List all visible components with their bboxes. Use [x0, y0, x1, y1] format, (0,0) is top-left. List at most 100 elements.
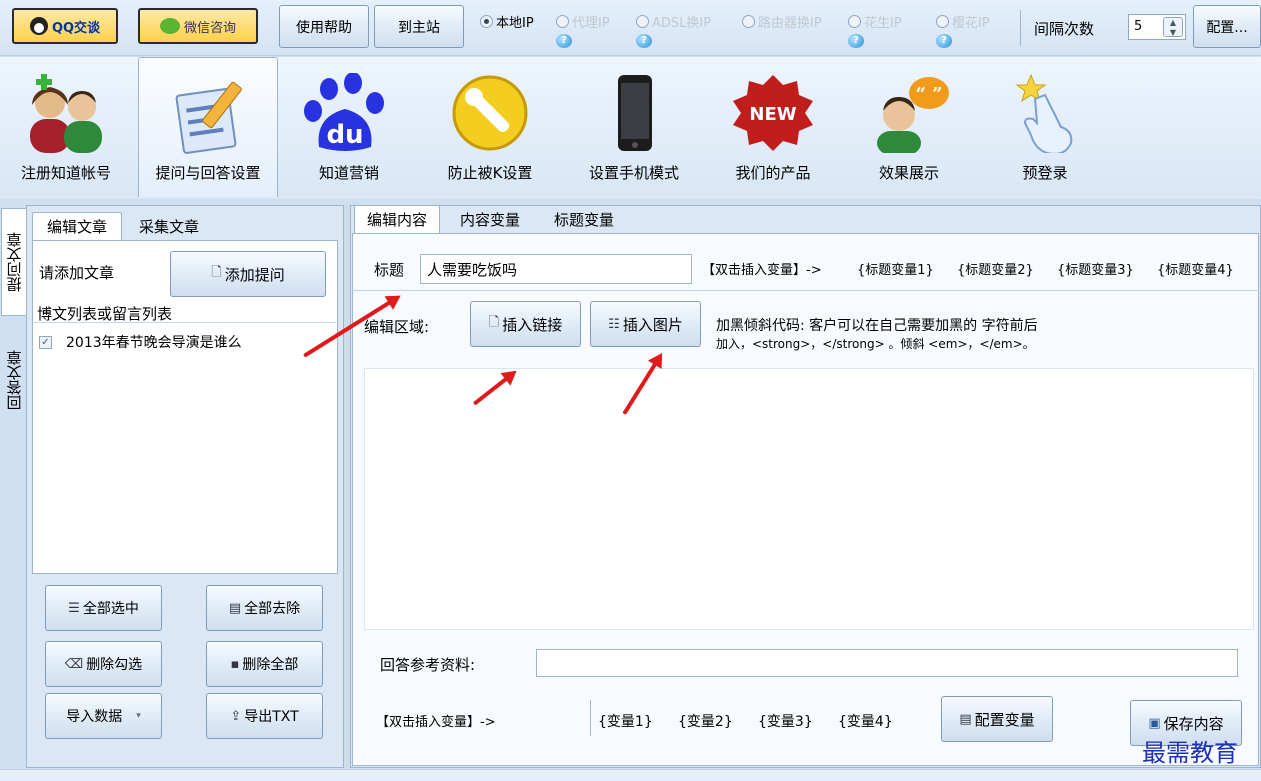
radio-dot: [848, 15, 861, 28]
config-doc-icon: ▤: [959, 711, 972, 727]
export-txt-button[interactable]: ⇪ 导出TXT: [206, 693, 323, 739]
wechat-icon: [159, 18, 180, 34]
tool-pre-login[interactable]: 预登录: [980, 57, 1110, 197]
remove-list-icon: ▤: [228, 600, 242, 616]
save-disk-icon: ▣: [1148, 715, 1161, 731]
wechat-consult-button[interactable]: 微信咨询: [138, 8, 258, 44]
speech-user-icon: “ ”: [877, 77, 949, 153]
ip-mode-peanut[interactable]: 花生IP: [848, 12, 902, 31]
phone-icon: [618, 75, 652, 151]
reference-label: 回答参考资料:: [380, 656, 476, 674]
checkbox-checked-icon[interactable]: ✓: [39, 335, 52, 349]
config-button[interactable]: 配置...: [1193, 5, 1261, 48]
add-article-label: 请添加文章: [39, 264, 115, 282]
title-input[interactable]: [420, 254, 692, 284]
image-list-icon: ☷: [608, 316, 620, 332]
config-variables-button[interactable]: ▤ 配置变量: [941, 696, 1053, 742]
pointing-hand-icon: [1015, 73, 1073, 153]
tab-title-variables[interactable]: 标题变量: [540, 205, 628, 233]
svg-text:“ ”: “ ”: [916, 84, 943, 105]
select-all-icon: ☰: [68, 600, 80, 616]
document-icon: 🗋: [211, 265, 222, 280]
tab-collect-articles[interactable]: 采集文章: [124, 212, 214, 240]
remove-all-button[interactable]: ▤ 全部去除: [206, 585, 323, 631]
delete-checked-button[interactable]: ⌫ 删除勾选: [45, 641, 162, 687]
export-icon: ⇪: [230, 708, 242, 724]
divider: [1020, 10, 1021, 46]
bold-italic-hint-line2: 加入，<strong>，</strong> 。倾斜 <em>，</em>。: [716, 337, 1035, 351]
tab-edit-content[interactable]: 编辑内容: [354, 205, 440, 233]
tool-zhidao-marketing[interactable]: du 知道营销: [284, 57, 414, 197]
tool-mobile-mode[interactable]: 设置手机模式: [566, 57, 702, 197]
qq-chat-button[interactable]: QQ交谈: [12, 8, 118, 44]
chevron-down-icon: ▾: [136, 711, 141, 721]
radio-dot: [556, 15, 569, 28]
interval-spinner[interactable]: 5 ▲ ▼: [1128, 14, 1186, 40]
svg-text:du: du: [326, 120, 363, 150]
content-var-2[interactable]: {变量2}: [678, 711, 733, 731]
ip-mode-adsl[interactable]: ADSL换IP: [636, 12, 711, 31]
help-button[interactable]: 使用帮助: [279, 5, 369, 48]
home-site-button[interactable]: 到主站: [374, 5, 464, 48]
delete-icon: ▪: [230, 656, 240, 672]
content-var-1[interactable]: {变量1}: [598, 711, 653, 731]
var-insert-hint: 【双击插入变量】->: [376, 715, 496, 730]
title-var-3[interactable]: {标题变量3}: [1057, 259, 1134, 278]
svg-text:NEW: NEW: [749, 104, 796, 125]
list-item[interactable]: ✓ 2013年春节晚会导演是谁么: [39, 332, 242, 352]
interval-label: 间隔次数: [1034, 20, 1095, 38]
article-list: ✓ 2013年春节晚会导演是谁么: [34, 322, 336, 572]
ip-mode-proxy[interactable]: 代理IP: [556, 12, 610, 31]
side-tab-answer-articles[interactable]: 回答文章: [1, 320, 27, 440]
document-icon: 🗋: [488, 315, 500, 330]
title-var-4[interactable]: {标题变量4}: [1157, 259, 1234, 278]
tab-edit-articles[interactable]: 编辑文章: [32, 212, 122, 240]
baidu-paw-icon: du: [304, 73, 384, 151]
new-badge-icon: NEW: [733, 75, 813, 151]
select-all-button[interactable]: ☰ 全部选中: [45, 585, 162, 631]
radio-dot: [936, 15, 949, 28]
users-icon: [30, 74, 102, 153]
reference-input[interactable]: [536, 649, 1238, 677]
title-var-1[interactable]: {标题变量1}: [857, 259, 934, 278]
ip-mode-router[interactable]: 路由器换IP: [742, 12, 822, 31]
divider: [352, 290, 1259, 291]
insert-link-button[interactable]: 🗋 插入链接: [470, 301, 581, 347]
help-bubble-icon[interactable]: ?: [848, 34, 864, 48]
watermark-text: 最需教育: [1142, 739, 1238, 767]
help-bubble-icon[interactable]: ?: [636, 34, 652, 48]
radio-dot: [742, 15, 755, 28]
help-bubble-icon[interactable]: ?: [936, 34, 952, 48]
bold-italic-hint-line1: 加黑倾斜代码: 客户可以在自己需要加黑的 字符前后: [716, 318, 1038, 334]
interval-value: 5: [1134, 19, 1143, 34]
tool-question-answer-settings[interactable]: 提问与回答设置: [138, 57, 278, 197]
ip-mode-sakura[interactable]: 樱花IP: [936, 12, 990, 31]
edit-area-label: 编辑区域:: [364, 318, 430, 336]
tool-anti-ban-settings[interactable]: 防止被K设置: [420, 57, 560, 197]
tool-register-account[interactable]: 注册知道帐号: [0, 57, 132, 197]
radio-dot: [636, 15, 649, 28]
import-data-dropdown[interactable]: 导入数据 ▾: [45, 693, 162, 739]
title-var-2[interactable]: {标题变量2}: [957, 259, 1034, 278]
content-editor[interactable]: [364, 368, 1254, 630]
status-strip: [0, 769, 1261, 781]
tab-content-variables[interactable]: 内容变量: [444, 205, 536, 233]
spinner-arrows-icon[interactable]: ▲ ▼: [1163, 17, 1183, 37]
radio-dot: [480, 15, 493, 28]
eraser-icon: ⌫: [64, 656, 84, 672]
title-label: 标题: [374, 261, 405, 279]
title-insert-hint: 【双击插入变量】->: [702, 263, 822, 278]
list-title: 博文列表或留言列表: [37, 303, 177, 324]
delete-all-button[interactable]: ▪ 删除全部: [206, 641, 323, 687]
main-toolbar: 注册知道帐号 提问与回答设置 du 知道营销 防止被K设置 设置手机模式 NEW…: [0, 57, 1261, 199]
tool-our-products[interactable]: NEW 我们的产品: [708, 57, 838, 197]
content-var-4[interactable]: {变量4}: [838, 711, 893, 731]
add-question-button[interactable]: 🗋 添加提问: [170, 251, 326, 297]
tool-showcase[interactable]: “ ” 效果展示: [844, 57, 974, 197]
content-var-3[interactable]: {变量3}: [758, 711, 813, 731]
wrench-icon: [452, 75, 528, 151]
side-tab-question-articles[interactable]: 提问文章: [1, 208, 27, 316]
help-bubble-icon[interactable]: ?: [556, 34, 572, 48]
insert-image-button[interactable]: ☷ 插入图片: [590, 301, 701, 347]
ip-mode-local[interactable]: 本地IP: [480, 12, 534, 31]
